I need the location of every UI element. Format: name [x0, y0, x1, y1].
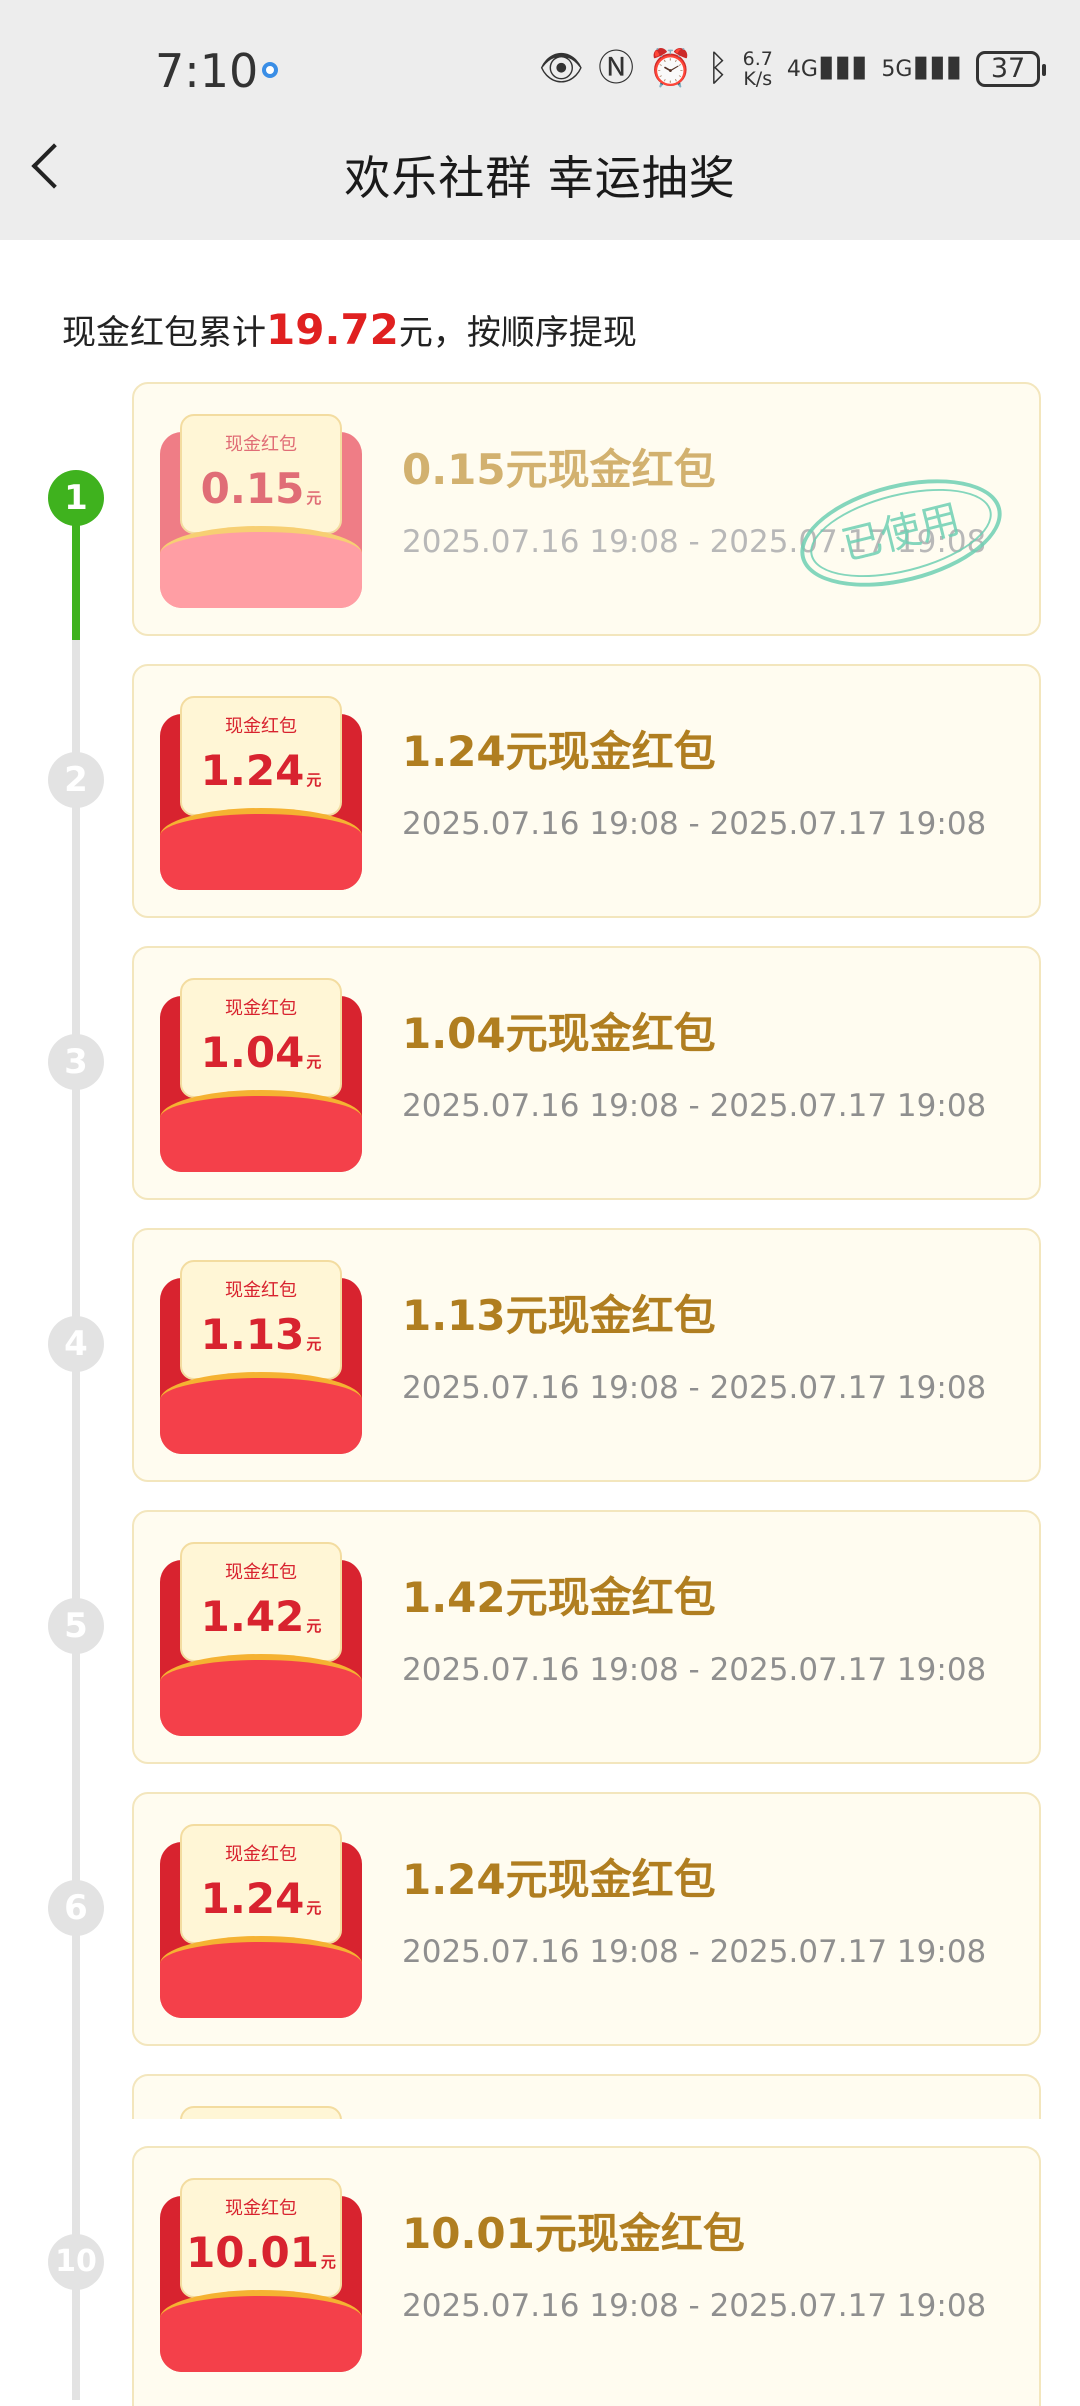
- step-node: 5: [48, 1598, 104, 1654]
- red-envelope-icon: 现金红包 1.24 元: [160, 1824, 362, 2018]
- nfc-icon: Ⓝ: [598, 47, 635, 89]
- step-node: 1: [48, 470, 104, 526]
- status-time: 7:10: [155, 44, 259, 98]
- envelope-label: 现金红包: [225, 716, 297, 737]
- battery-icon: 37: [976, 50, 1046, 87]
- envelope-value: 10.01 元: [186, 2228, 336, 2277]
- step-node: 6: [48, 1880, 104, 1936]
- envelope-value: 1.24 元: [200, 746, 322, 795]
- envelope-label: 现金红包: [225, 998, 297, 1019]
- net-speed: 6.7 K/s: [742, 47, 773, 90]
- red-envelope-icon: 现金红包 1.04 元: [160, 978, 362, 1172]
- step-node: 2: [48, 752, 104, 808]
- step-node: 10: [48, 2234, 104, 2290]
- envelope-label: 现金红包: [225, 1562, 297, 1583]
- envelope-value: 1.42 元: [200, 1592, 322, 1641]
- envelope-value: 1.24 元: [200, 1874, 322, 1923]
- card-time: 2025.07.16 19:08 - 2025.07.17 19:08: [402, 1934, 987, 1970]
- red-packet-card[interactable]: 现金红包 10.01 元 10.01元现金红包 2025.07.16 19:08 …: [132, 2146, 1041, 2406]
- red-packet-card[interactable]: 现金红包 1.13 元 1.13元现金红包 2025.07.16 19:08 - …: [132, 1228, 1041, 1482]
- alarm-icon: ⏰: [648, 47, 694, 89]
- card-time: 2025.07.16 19:08 - 2025.07.17 19:08: [402, 2288, 987, 2324]
- timeline-track: [72, 640, 80, 2400]
- card-title: 1.42元现金红包: [402, 1573, 716, 1622]
- signal-5g-icon: 5G▮▮▮: [881, 49, 962, 84]
- stacked-envelope-edge: [180, 2106, 342, 2119]
- used-stamp: 已使用: [789, 460, 1013, 606]
- red-envelope-icon: 现金红包 0.15 元: [160, 414, 362, 608]
- card-time: 2025.07.16 19:08 - 2025.07.17 19:08: [402, 1088, 987, 1124]
- card-title: 1.13元现金红包: [402, 1291, 716, 1340]
- red-packet-card[interactable]: 现金红包 1.24 元 1.24元现金红包 2025.07.16 19:08 - …: [132, 664, 1041, 918]
- top-bar: 7:10 👁 Ⓝ ⏰ ᛒ 6.7 K/s 4G▮▮▮ 5G▮▮▮ 37 欢乐社群…: [0, 0, 1080, 240]
- red-envelope-icon: 现金红包 10.01 元: [160, 2178, 362, 2372]
- red-packet-card-stacked[interactable]: [132, 2074, 1041, 2119]
- red-envelope-icon: 现金红包 1.13 元: [160, 1260, 362, 1454]
- card-title: 1.24元现金红包: [402, 1855, 716, 1904]
- card-time: 2025.07.16 19:08 - 2025.07.17 19:08: [402, 1652, 987, 1688]
- red-packet-card[interactable]: 现金红包 1.04 元 1.04元现金红包 2025.07.16 19:08 - …: [132, 946, 1041, 1200]
- envelope-label: 现金红包: [225, 1280, 297, 1301]
- envelope-label: 现金红包: [225, 2198, 297, 2219]
- red-envelope-icon: 现金红包 1.42 元: [160, 1542, 362, 1736]
- card-time: 2025.07.16 19:08 - 2025.07.17 19:08: [402, 1370, 987, 1406]
- signal-4g-icon: 4G▮▮▮: [786, 49, 868, 84]
- step-node: 3: [48, 1034, 104, 1090]
- red-packet-card[interactable]: 现金红包 1.42 元 1.42元现金红包 2025.07.16 19:08 - …: [132, 1510, 1041, 1764]
- location-icon: [262, 62, 278, 78]
- red-packet-card[interactable]: 现金红包 0.15 元 0.15元现金红包 2025.07.16 19:08 - …: [132, 382, 1041, 636]
- card-time: 2025.07.16 19:08 - 2025.07.17 19:08: [402, 806, 987, 842]
- envelope-value: 0.15 元: [200, 464, 322, 513]
- step-node: 4: [48, 1316, 104, 1372]
- total-amount: 19.72: [266, 305, 399, 354]
- bluetooth-icon: ᛒ: [707, 47, 729, 89]
- envelope-label: 现金红包: [225, 1844, 297, 1865]
- card-title: 10.01元现金红包: [402, 2209, 745, 2258]
- eye-icon: 👁: [538, 47, 585, 89]
- envelope-value: 1.13 元: [200, 1310, 322, 1359]
- red-envelope-icon: 现金红包 1.24 元: [160, 696, 362, 890]
- envelope-value: 1.04 元: [200, 1028, 322, 1077]
- status-icons: 👁 Ⓝ ⏰ ᛒ 6.7 K/s 4G▮▮▮ 5G▮▮▮ 37: [538, 44, 1046, 93]
- envelope-label: 现金红包: [225, 434, 297, 455]
- summary-text: 现金红包累计19.72元，按顺序提现: [62, 305, 637, 354]
- red-packet-card[interactable]: 现金红包 1.24 元 1.24元现金红包 2025.07.16 19:08 - …: [132, 1792, 1041, 2046]
- card-title: 1.24元现金红包: [402, 727, 716, 776]
- card-title: 1.04元现金红包: [402, 1009, 716, 1058]
- page-title: 欢乐社群 幸运抽奖: [344, 151, 736, 205]
- card-title: 0.15元现金红包: [402, 445, 716, 494]
